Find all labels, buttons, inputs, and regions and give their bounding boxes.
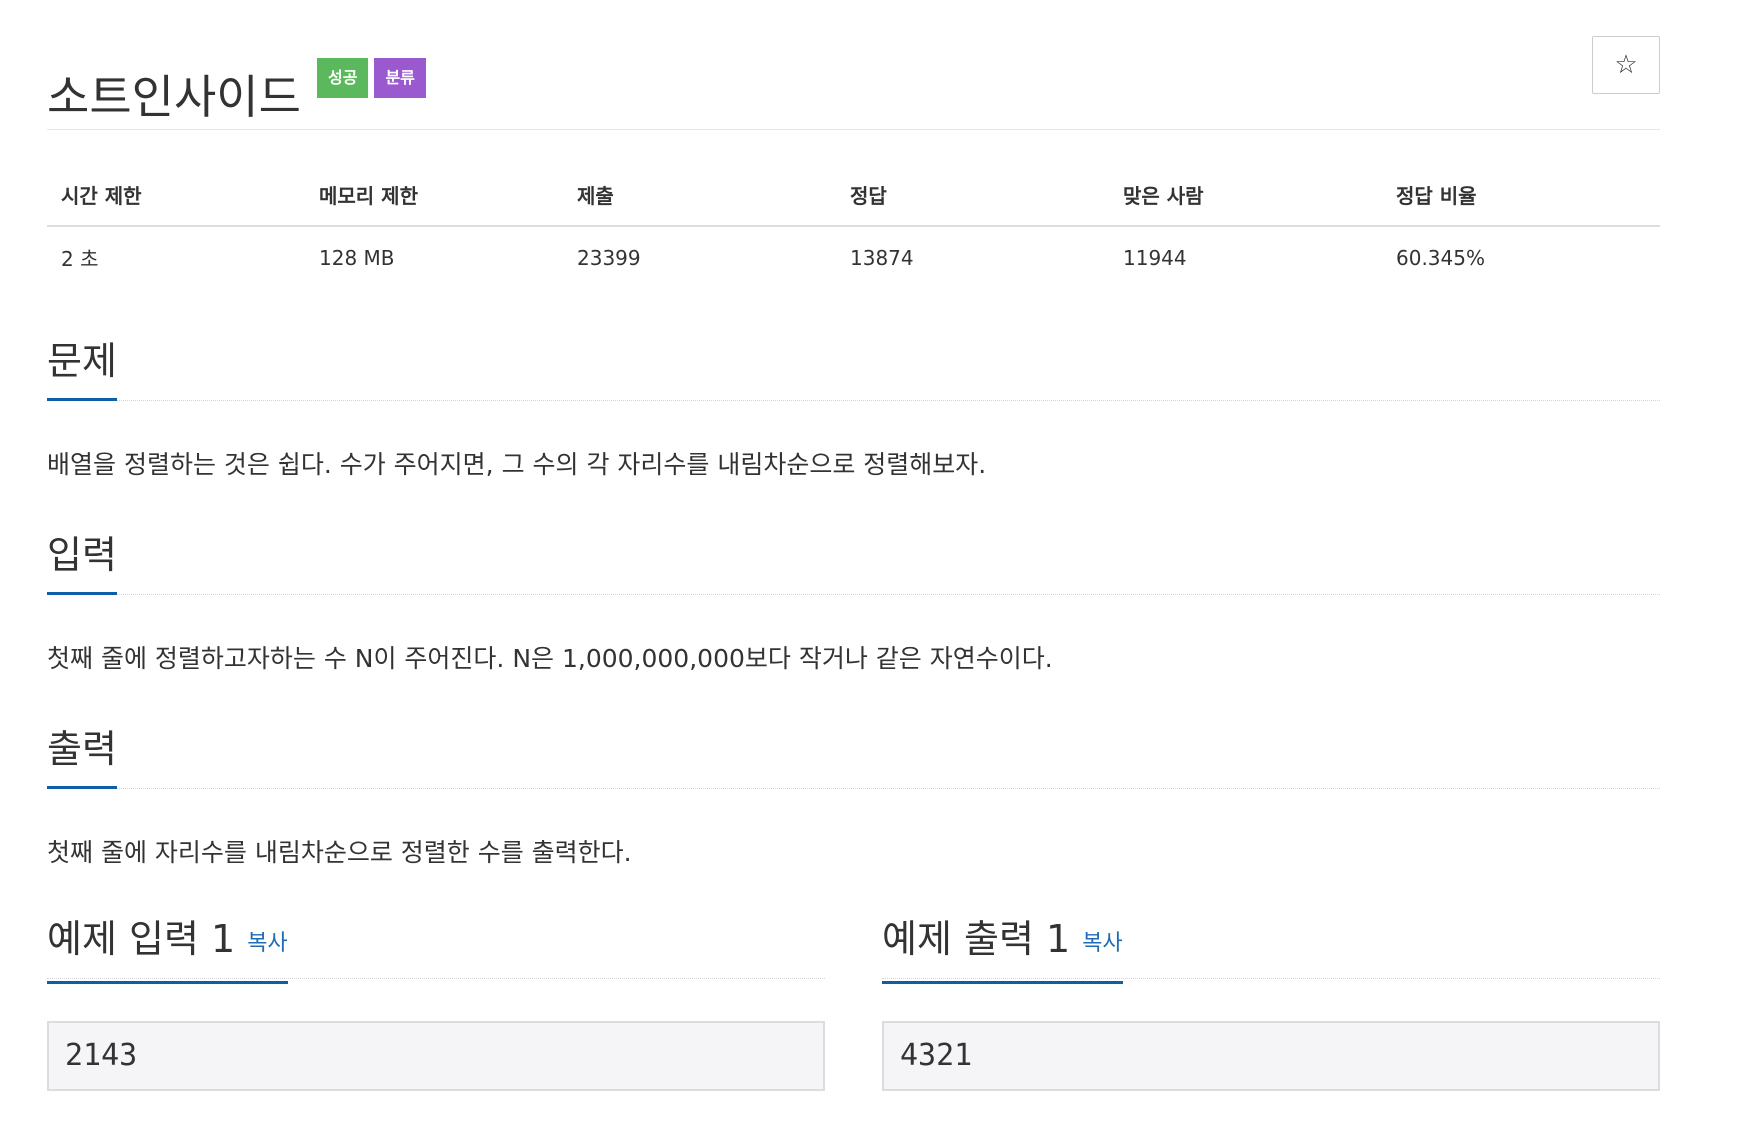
problem-description-section: 문제 배열을 정렬하는 것은 쉽다. 수가 주어지면, 그 수의 각 자리수를 … — [47, 334, 1660, 483]
sample-output-title-text: 예제 출력 1 — [882, 917, 1071, 961]
sample-output-section: 예제 출력 1 복사 4321 — [882, 912, 1660, 1091]
section-header: 문제 — [47, 334, 1660, 401]
success-badge[interactable]: 성공 — [317, 58, 369, 98]
table-header-solved-users: 맞은 사람 — [1109, 172, 1382, 227]
submissions-value[interactable]: 23399 — [563, 226, 836, 280]
table-header-accepted: 정답 — [836, 172, 1109, 227]
table-row: 2 초 128 MB 23399 13874 11944 60.345% — [47, 226, 1660, 280]
problem-page: 소트인사이드 성공 분류 ☆ 시간 제한 메모리 제한 제출 정답 맞은 사람 … — [47, 0, 1660, 1091]
solved-users-value[interactable]: 11944 — [1109, 226, 1382, 280]
output-section: 출력 첫째 줄에 자리수를 내림차순으로 정렬한 수를 출력한다. — [47, 722, 1660, 871]
table-header-submissions: 제출 — [563, 172, 836, 227]
table-header-row: 시간 제한 메모리 제한 제출 정답 맞은 사람 정답 비율 — [47, 172, 1660, 227]
problem-info-table: 시간 제한 메모리 제한 제출 정답 맞은 사람 정답 비율 2 초 128 M… — [47, 172, 1660, 280]
section-header: 출력 — [47, 722, 1660, 789]
section-title-output: 출력 — [47, 722, 117, 789]
accept-ratio-value: 60.345% — [1396, 245, 1485, 270]
problem-title: 소트인사이드 — [47, 69, 301, 124]
input-description-text: 첫째 줄에 정렬하고자하는 수 N이 주어진다. N은 1,000,000,00… — [47, 644, 1053, 673]
problem-description-text: 배열을 정렬하는 것은 쉽다. 수가 주어지면, 그 수의 각 자리수를 내림차… — [47, 450, 987, 479]
copy-sample-input-link[interactable]: 복사 — [247, 931, 287, 956]
memory-limit-value: 128 MB — [319, 245, 395, 270]
table-header-time-limit: 시간 제한 — [47, 172, 305, 227]
accepted-value[interactable]: 13874 — [836, 226, 1109, 280]
sample-output-title: 예제 출력 1 복사 — [882, 912, 1123, 984]
sample-input-title: 예제 입력 1 복사 — [47, 912, 288, 984]
sample-input-title-text: 예제 입력 1 — [47, 917, 236, 961]
category-badge[interactable]: 분류 — [374, 58, 426, 98]
problem-labels: 성공 분류 — [317, 58, 426, 98]
sample-input-box[interactable]: 2143 — [47, 1021, 825, 1091]
section-header: 입력 — [47, 528, 1660, 595]
output-description-text: 첫째 줄에 자리수를 내림차순으로 정렬한 수를 출력한다. — [47, 838, 632, 867]
sample-output-box[interactable]: 4321 — [882, 1021, 1660, 1091]
table-header-memory-limit: 메모리 제한 — [305, 172, 563, 227]
problem-header: 소트인사이드 성공 분류 ☆ — [47, 0, 1660, 130]
sample-header: 예제 입력 1 복사 — [47, 912, 825, 984]
section-title-input: 입력 — [47, 528, 117, 595]
section-title-description: 문제 — [47, 334, 117, 401]
input-section: 입력 첫째 줄에 정렬하고자하는 수 N이 주어진다. N은 1,000,000… — [47, 528, 1660, 677]
star-icon: ☆ — [1614, 50, 1638, 80]
sample-header: 예제 출력 1 복사 — [882, 912, 1660, 984]
copy-sample-output-link[interactable]: 복사 — [1082, 931, 1122, 956]
sample-input-section: 예제 입력 1 복사 2143 — [47, 912, 825, 1091]
favorite-button[interactable]: ☆ — [1592, 36, 1660, 94]
table-header-accept-ratio: 정답 비율 — [1382, 172, 1660, 227]
time-limit-value: 2 초 — [61, 247, 99, 271]
